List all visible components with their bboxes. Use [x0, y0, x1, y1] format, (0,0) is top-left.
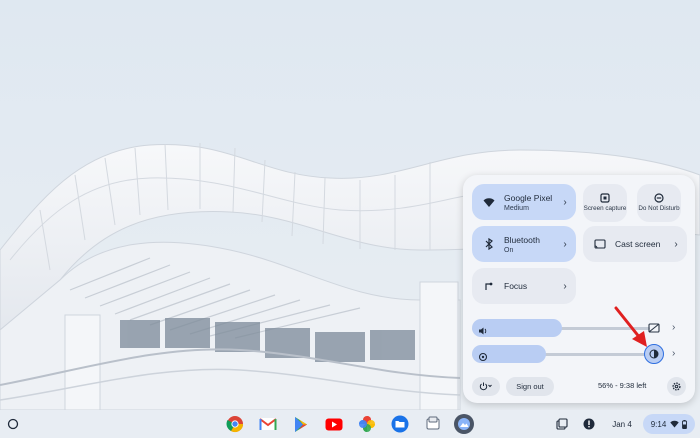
- cast-icon: [589, 239, 611, 249]
- files-folder-icon: [391, 415, 409, 433]
- volume-fill[interactable]: [472, 319, 562, 337]
- sign-out-button[interactable]: Sign out: [506, 377, 554, 396]
- youtube-icon: [325, 418, 343, 430]
- youtube-app[interactable]: [324, 414, 344, 434]
- screen-capture-label: Screen capture: [583, 205, 627, 212]
- settings-button[interactable]: [667, 377, 686, 396]
- bluetooth-tile[interactable]: Bluetooth On ›: [472, 226, 576, 262]
- play-store-app[interactable]: [291, 414, 311, 434]
- network-status: Medium: [504, 204, 529, 212]
- power-icon: [479, 382, 492, 391]
- power-menu-button[interactable]: [472, 377, 500, 396]
- info-icon: [583, 418, 595, 430]
- bluetooth-status: On: [504, 246, 514, 254]
- holding-space-button[interactable]: [553, 414, 571, 434]
- focus-icon: [478, 281, 500, 291]
- gmail-app[interactable]: [258, 414, 278, 434]
- battery-icon: [682, 419, 688, 429]
- chevron-right-icon[interactable]: ›: [558, 197, 572, 208]
- wifi-status-icon: [670, 420, 679, 428]
- brightness-slider[interactable]: ›: [472, 344, 686, 364]
- status-area-button[interactable]: 9:14: [643, 414, 695, 434]
- date-tray-button[interactable]: Jan 4: [603, 414, 641, 434]
- play-store-icon: [295, 416, 307, 432]
- gmail-icon: [259, 418, 277, 430]
- do-not-disturb-tile[interactable]: Do Not Disturb: [637, 184, 681, 222]
- photos-icon: [359, 416, 375, 432]
- annotation-arrow-icon: [614, 306, 647, 347]
- chevron-right-icon[interactable]: ›: [672, 348, 675, 359]
- focus-label: Focus: [504, 281, 528, 291]
- wifi-icon: [478, 196, 500, 208]
- screenshot-icon: [458, 418, 470, 430]
- screenshot-app[interactable]: [454, 414, 474, 434]
- chrome-icon: [226, 416, 244, 433]
- clock-time: 9:14: [650, 419, 667, 429]
- files-app[interactable]: [390, 414, 410, 434]
- chevron-right-icon[interactable]: ›: [669, 239, 683, 250]
- brightness-icon: [478, 349, 488, 367]
- bluetooth-icon: [478, 238, 500, 250]
- chevron-right-icon[interactable]: ›: [558, 239, 572, 250]
- chevron-right-icon[interactable]: ›: [558, 281, 572, 292]
- brightness-fill[interactable]: [472, 345, 546, 363]
- notification-button[interactable]: [580, 414, 598, 434]
- chrome-app[interactable]: [225, 414, 245, 434]
- network-tile[interactable]: Google Pixel Medium ›: [472, 184, 576, 220]
- volume-icon: [478, 323, 488, 341]
- do-not-disturb-label: Do Not Disturb: [638, 205, 680, 212]
- cast-screen-tile[interactable]: Cast screen ›: [583, 226, 687, 262]
- battery-status-text: 56% - 9:38 left: [598, 381, 647, 390]
- launcher-icon: [7, 418, 19, 430]
- tote-icon: [426, 416, 440, 430]
- gear-icon: [672, 382, 681, 391]
- screen-capture-tile[interactable]: Screen capture: [583, 184, 627, 222]
- cast-screen-label: Cast screen: [615, 239, 661, 249]
- screen-capture-icon: [600, 193, 610, 203]
- chevron-right-icon[interactable]: ›: [672, 322, 675, 333]
- focus-tile[interactable]: Focus ›: [472, 268, 576, 304]
- bluetooth-title: Bluetooth: [504, 234, 540, 245]
- tote-app[interactable]: [423, 414, 443, 434]
- network-name: Google Pixel: [504, 192, 553, 203]
- launcher-button[interactable]: [6, 417, 20, 431]
- volume-slider[interactable]: ›: [472, 318, 686, 338]
- do-not-disturb-icon: [654, 193, 664, 203]
- photos-app[interactable]: [357, 414, 377, 434]
- holding-space-icon: [556, 418, 568, 430]
